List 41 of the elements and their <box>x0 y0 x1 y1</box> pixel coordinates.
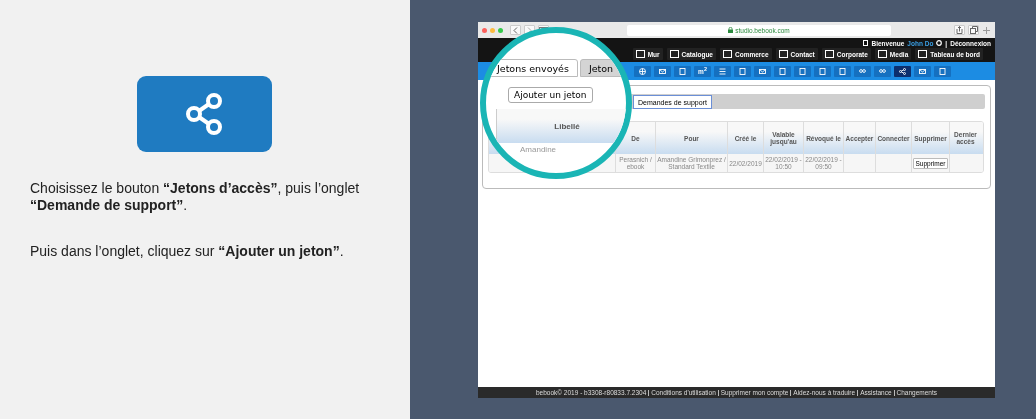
share-button[interactable] <box>954 25 965 35</box>
close-dot[interactable] <box>482 27 487 33</box>
frame-icon <box>723 50 732 58</box>
minimize-dot[interactable] <box>490 27 495 33</box>
tabs-button[interactable] <box>968 25 979 35</box>
toolbar-button[interactable] <box>774 65 791 77</box>
toolbar-button[interactable] <box>894 65 911 77</box>
toolbar-button[interactable] <box>654 65 671 77</box>
frame-icon <box>824 50 834 58</box>
toolbar-button[interactable] <box>754 65 771 77</box>
lock-icon <box>728 27 734 33</box>
frame-icon <box>635 50 645 58</box>
instruction-text: Choisissez le bouton “Jetons d’accès”, puis l’onglet “Demande de support”. <box>30 180 361 214</box>
list-icon <box>719 67 726 75</box>
instruction-text: Puis dans l’onglet, cliquez sur “Ajouter un jeton”. <box>30 243 345 260</box>
frame-icon <box>778 50 788 58</box>
toolbar-button[interactable] <box>674 65 691 77</box>
frame-icon <box>669 50 679 58</box>
tab[interactable]: Jeton <box>579 59 623 77</box>
zoom-dot[interactable] <box>498 27 503 33</box>
toolbar-button[interactable] <box>834 65 851 77</box>
toolbar-button[interactable] <box>814 65 831 77</box>
frame-icon <box>877 50 887 58</box>
table-cell: Amandine <box>520 145 557 154</box>
toolbar-button[interactable] <box>634 65 651 77</box>
toolbar-button[interactable] <box>914 65 931 77</box>
globe-icon <box>639 67 646 75</box>
gear-icon[interactable] <box>936 40 943 46</box>
document-icon <box>739 67 746 75</box>
new-tab-button[interactable] <box>982 25 991 35</box>
share-icon <box>899 67 906 75</box>
add-token-button[interactable]: Ajouter un jeton <box>508 87 593 103</box>
envelope-icon <box>759 67 766 75</box>
document-icon <box>839 67 846 75</box>
column-header: Libellé <box>496 109 626 143</box>
toolbar-button[interactable] <box>734 65 751 77</box>
checkbox-icon <box>863 40 869 46</box>
toolbar-button[interactable] <box>714 65 731 77</box>
frame-icon <box>918 50 928 58</box>
toolbar-button[interactable] <box>934 65 951 77</box>
toolbar-button[interactable] <box>794 65 811 77</box>
